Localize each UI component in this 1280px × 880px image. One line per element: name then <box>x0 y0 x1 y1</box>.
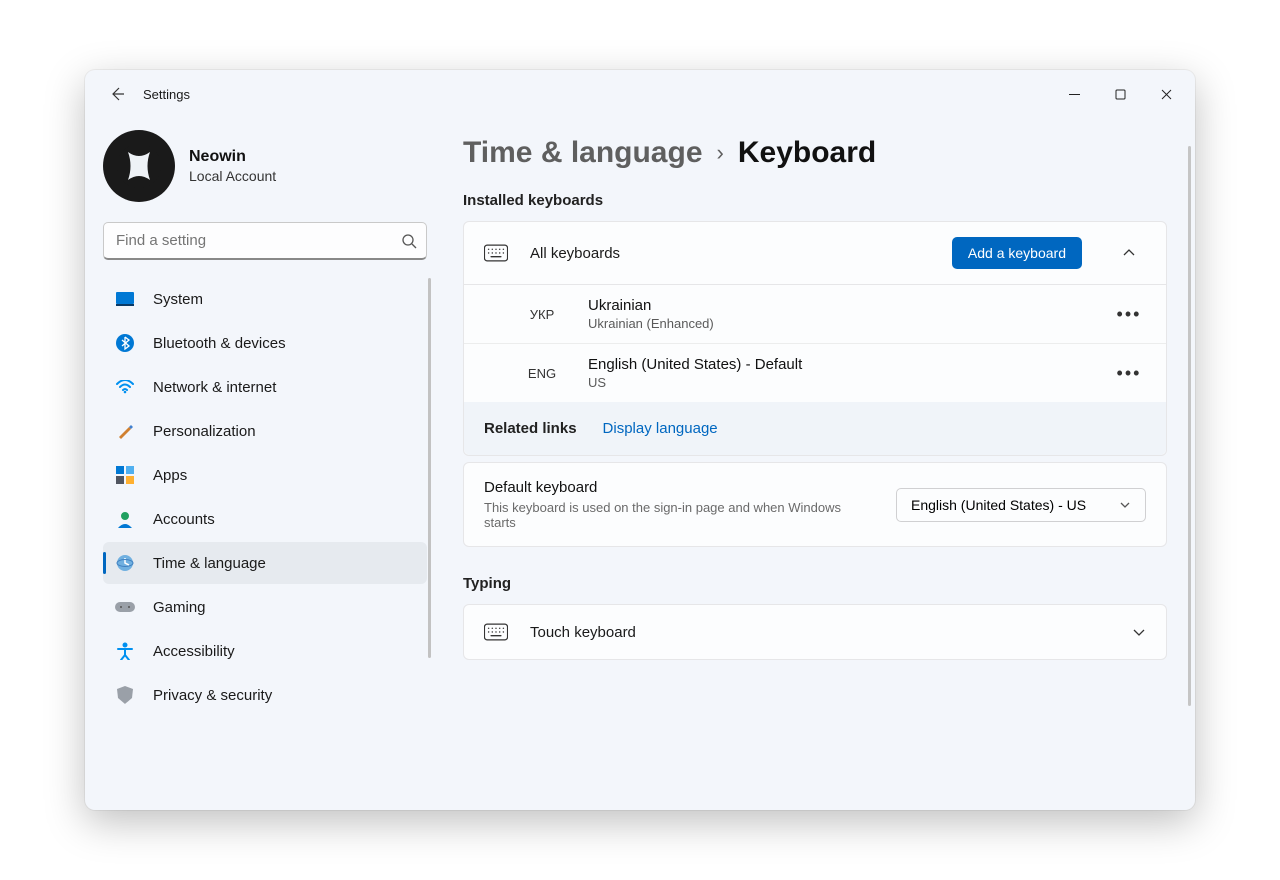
section-typing-label: Typing <box>463 575 1167 592</box>
keyboard-icon <box>484 623 508 641</box>
arrow-left-icon <box>109 86 125 102</box>
search-input[interactable] <box>103 222 427 260</box>
main-scrollbar[interactable] <box>1188 146 1191 706</box>
avatar-logo-icon <box>117 144 161 188</box>
related-links-row: Related links Display language <box>464 402 1166 455</box>
add-keyboard-button[interactable]: Add a keyboard <box>952 237 1082 269</box>
more-icon: ••• <box>1117 363 1142 384</box>
nav-item-accessibility[interactable]: Accessibility <box>103 630 427 672</box>
gaming-icon <box>115 597 135 617</box>
nav-item-accounts[interactable]: Accounts <box>103 498 427 540</box>
default-keyboard-title: Default keyboard <box>484 479 876 496</box>
display-language-link[interactable]: Display language <box>603 420 718 437</box>
installed-keyboards-card: All keyboards Add a keyboard УКР Ukraini… <box>463 221 1167 456</box>
keyboard-item[interactable]: УКР Ukrainian Ukrainian (Enhanced) ••• <box>464 285 1166 344</box>
keyboard-sublabel: Ukrainian (Enhanced) <box>588 316 1094 331</box>
chevron-up-icon <box>1122 246 1136 260</box>
maximize-icon <box>1115 89 1126 100</box>
bluetooth-icon <box>115 333 135 353</box>
minimize-button[interactable] <box>1051 78 1097 110</box>
nav-label: Network & internet <box>153 379 276 396</box>
nav-item-apps[interactable]: Apps <box>103 454 427 496</box>
all-keyboards-label: All keyboards <box>530 245 930 262</box>
default-keyboard-card: Default keyboard This keyboard is used o… <box>463 462 1167 547</box>
nav-item-system[interactable]: System <box>103 278 427 320</box>
nav-label: Accessibility <box>153 643 235 660</box>
maximize-button[interactable] <box>1097 78 1143 110</box>
close-button[interactable] <box>1143 78 1189 110</box>
accessibility-icon <box>115 641 135 661</box>
collapse-button[interactable] <box>1112 236 1146 270</box>
wifi-icon <box>115 377 135 397</box>
accounts-icon <box>115 509 135 529</box>
touch-keyboard-card[interactable]: Touch keyboard <box>463 604 1167 660</box>
related-links-label: Related links <box>484 420 577 437</box>
nav-item-gaming[interactable]: Gaming <box>103 586 427 628</box>
keyboard-list: УКР Ukrainian Ukrainian (Enhanced) ••• E… <box>464 284 1166 402</box>
keyboard-icon <box>484 244 508 262</box>
keyboard-tag: ENG <box>514 366 570 381</box>
settings-window: Settings Neowin <box>85 70 1195 810</box>
time-language-icon <box>115 553 135 573</box>
sidebar-scrollbar[interactable] <box>428 278 431 658</box>
account-name: Neowin <box>189 148 276 166</box>
touch-keyboard-label: Touch keyboard <box>530 624 1110 641</box>
minimize-icon <box>1069 89 1080 100</box>
nav-list: System Bluetooth & devices Network & int… <box>103 278 427 716</box>
apps-icon <box>115 465 135 485</box>
keyboard-more-button[interactable]: ••• <box>1112 356 1146 390</box>
nav-label: Bluetooth & devices <box>153 335 286 352</box>
back-button[interactable] <box>99 76 135 112</box>
nav-label: Privacy & security <box>153 687 272 704</box>
app-title: Settings <box>143 87 190 102</box>
nav-item-personalization[interactable]: Personalization <box>103 410 427 452</box>
main-content: Time & language › Keyboard Installed key… <box>445 118 1195 810</box>
sidebar: Neowin Local Account System Bluetooth & … <box>85 118 445 810</box>
keyboard-sublabel: US <box>588 375 1094 390</box>
search-icon[interactable] <box>401 233 417 249</box>
keyboard-item[interactable]: ENG English (United States) - Default US… <box>464 344 1166 402</box>
section-installed-label: Installed keyboards <box>463 192 1167 209</box>
dropdown-selected: English (United States) - US <box>911 497 1086 513</box>
default-keyboard-subtitle: This keyboard is used on the sign-in pag… <box>484 500 844 530</box>
nav-label: System <box>153 291 203 308</box>
nav-label: Time & language <box>153 555 266 572</box>
nav-item-network[interactable]: Network & internet <box>103 366 427 408</box>
chevron-right-icon: › <box>717 140 724 166</box>
shield-icon <box>115 685 135 705</box>
account-block[interactable]: Neowin Local Account <box>103 118 427 222</box>
more-icon: ••• <box>1117 304 1142 325</box>
avatar <box>103 130 175 202</box>
chevron-down-icon <box>1132 625 1146 639</box>
personalization-icon <box>115 421 135 441</box>
account-subtitle: Local Account <box>189 168 276 184</box>
keyboard-tag: УКР <box>514 307 570 322</box>
nav-label: Apps <box>153 467 187 484</box>
keyboard-name: English (United States) - Default <box>588 356 1094 373</box>
breadcrumb: Time & language › Keyboard <box>463 136 1167 170</box>
default-keyboard-dropdown[interactable]: English (United States) - US <box>896 488 1146 522</box>
close-icon <box>1161 89 1172 100</box>
titlebar: Settings <box>85 70 1195 118</box>
window-controls <box>1051 78 1189 110</box>
search-box <box>103 222 427 260</box>
all-keyboards-row: All keyboards Add a keyboard <box>464 222 1166 284</box>
breadcrumb-parent[interactable]: Time & language <box>463 136 703 170</box>
nav-item-bluetooth[interactable]: Bluetooth & devices <box>103 322 427 364</box>
nav-label: Accounts <box>153 511 215 528</box>
nav-item-privacy[interactable]: Privacy & security <box>103 674 427 716</box>
nav-label: Personalization <box>153 423 256 440</box>
nav-item-time-language[interactable]: Time & language <box>103 542 427 584</box>
keyboard-more-button[interactable]: ••• <box>1112 297 1146 331</box>
breadcrumb-current: Keyboard <box>738 136 876 170</box>
nav-label: Gaming <box>153 599 206 616</box>
system-icon <box>115 289 135 309</box>
chevron-down-icon <box>1119 499 1131 511</box>
keyboard-name: Ukrainian <box>588 297 1094 314</box>
